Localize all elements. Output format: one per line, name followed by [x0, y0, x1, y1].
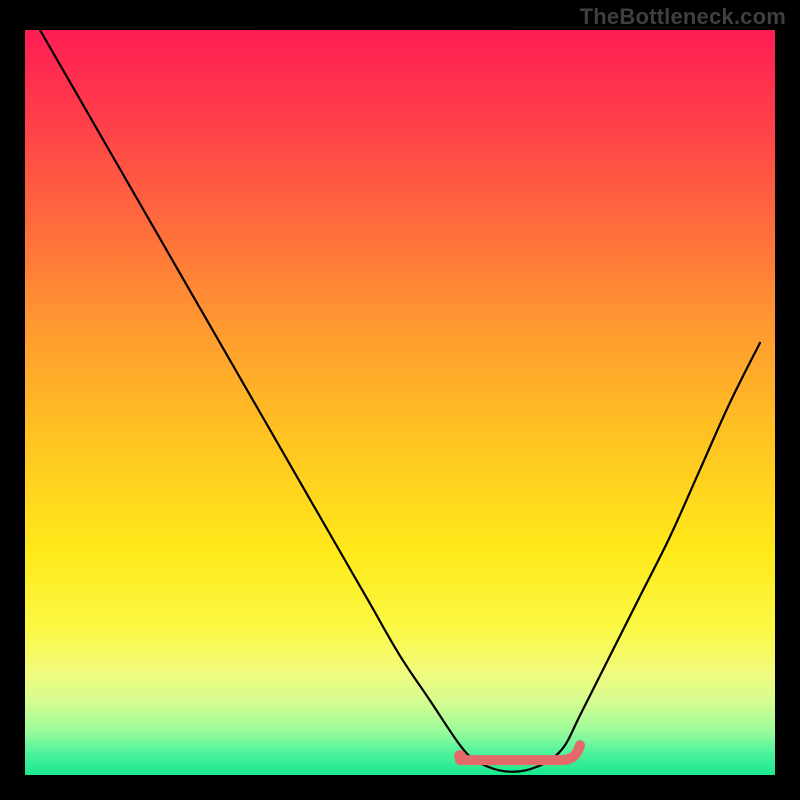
plot-area: [25, 30, 775, 775]
attribution-label: TheBottleneck.com: [580, 4, 786, 30]
bottleneck-curve: [40, 30, 760, 772]
chart-container: TheBottleneck.com: [0, 0, 800, 800]
curve-layer: [25, 30, 775, 775]
